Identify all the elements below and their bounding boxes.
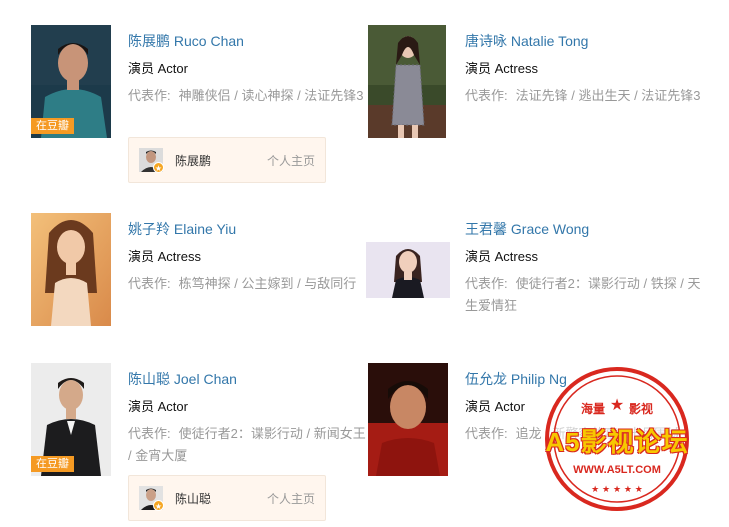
actor-photo[interactable]: 在豆瓣 <box>31 363 111 476</box>
actor-photo[interactable] <box>368 363 448 476</box>
actor-role: 演员 Actress <box>128 249 201 264</box>
works-list: 法证先锋 / 逃出生天 / 法证先锋3 <box>515 88 701 103</box>
works-list: 神雕侠侣 / 读心神探 / 法证先锋3 <box>178 88 364 103</box>
personal-page-button[interactable]: ★ 陈山聪 个人主页 <box>128 475 326 521</box>
actor-name-link[interactable]: 王君馨 Grace Wong <box>465 219 705 239</box>
actor-works: 代表作: 使徒行者2：谍影行动 / 新闻女王 / 金宵大厦 <box>128 423 368 467</box>
douban-badge: 在豆瓣 <box>31 456 74 472</box>
actor-info: 陈山聪 Joel Chan 演员 Actor 代表作: 使徒行者2：谍影行动 / … <box>128 363 368 467</box>
actor-photo[interactable] <box>368 25 446 138</box>
actor-works: 代表作: 法证先锋 / 逃出生天 / 法证先锋3 <box>465 85 705 107</box>
works-label: 代表作: <box>465 276 508 291</box>
actor-name-link[interactable]: 姚子羚 Elaine Yiu <box>128 219 368 239</box>
personal-page-button[interactable]: ★ 陈展鹏 个人主页 <box>128 137 326 183</box>
actor-info: 姚子羚 Elaine Yiu 演员 Actress 代表作: 栋笃神探 / 公主嫁… <box>128 213 368 295</box>
actor-works: 代表作: 使徒行者2：谍影行动 / 铁探 / 天生爱情狂 <box>465 273 705 317</box>
actor-works: 代表作: 追龙 / 新警察故事 / 十月围城 <box>465 423 705 445</box>
actor-photo[interactable] <box>366 242 450 298</box>
works-label: 代表作: <box>465 426 508 441</box>
actor-name-link[interactable]: 陈山聪 Joel Chan <box>128 369 368 389</box>
actor-role: 演员 Actor <box>128 399 188 414</box>
profile-name: 陈山聪 <box>175 492 212 506</box>
actor-info: 唐诗咏 Natalie Tong 演员 Actress 代表作: 法证先锋 / 逃… <box>465 25 705 107</box>
actor-role: 演员 Actress <box>465 61 538 76</box>
works-label: 代表作: <box>128 88 171 103</box>
actor-name-link[interactable]: 陈展鹏 Ruco Chan <box>128 31 368 51</box>
works-label: 代表作: <box>465 88 508 103</box>
profile-link[interactable]: 个人主页 <box>267 490 315 507</box>
works-list: 栋笃神探 / 公主嫁到 / 与敌同行 <box>178 276 357 291</box>
actor-card: 唐诗咏 Natalie Tong 演员 Actress 代表作: 法证先锋 / 逃… <box>368 25 708 185</box>
actor-photo[interactable]: 在豆瓣 <box>31 25 111 138</box>
actor-card: 在豆瓣 陈展鹏 Ruco Chan 演员 Actor 代表作: 神雕侠侣 / 读心… <box>31 25 371 185</box>
actor-card: 在豆瓣 陈山聪 Joel Chan 演员 Actor 代表作: 使徒行者2：谍影行… <box>31 363 371 523</box>
actor-role: 演员 Actor <box>128 61 188 76</box>
star-icon: ★ <box>153 162 164 173</box>
actor-card: 伍允龙 Philip Ng 演员 Actor 代表作: 追龙 / 新警察故事 / … <box>368 363 708 523</box>
actor-role: 演员 Actress <box>465 249 538 264</box>
actor-card: 王君馨 Grace Wong 演员 Actress 代表作: 使徒行者2：谍影行动… <box>366 213 706 373</box>
works-list: 追龙 / 新警察故事 / 十月围城 <box>515 426 681 441</box>
profile-name: 陈展鹏 <box>175 154 212 168</box>
douban-badge: 在豆瓣 <box>31 118 74 134</box>
actor-info: 陈展鹏 Ruco Chan 演员 Actor 代表作: 神雕侠侣 / 读心神探 /… <box>128 25 368 107</box>
profile-link[interactable]: 个人主页 <box>267 152 315 169</box>
actor-works: 代表作: 神雕侠侣 / 读心神探 / 法证先锋3 <box>128 85 368 107</box>
actor-info: 伍允龙 Philip Ng 演员 Actor 代表作: 追龙 / 新警察故事 / … <box>465 363 705 445</box>
actor-card: 姚子羚 Elaine Yiu 演员 Actress 代表作: 栋笃神探 / 公主嫁… <box>31 213 371 373</box>
actor-name-link[interactable]: 唐诗咏 Natalie Tong <box>465 31 705 51</box>
actor-photo[interactable] <box>31 213 111 326</box>
actor-role: 演员 Actor <box>465 399 525 414</box>
actor-name-link[interactable]: 伍允龙 Philip Ng <box>465 369 705 389</box>
works-label: 代表作: <box>128 276 171 291</box>
actor-works: 代表作: 栋笃神探 / 公主嫁到 / 与敌同行 <box>128 273 368 295</box>
star-icon: ★ <box>153 500 164 511</box>
actor-info: 王君馨 Grace Wong 演员 Actress 代表作: 使徒行者2：谍影行动… <box>465 213 705 317</box>
works-label: 代表作: <box>128 426 171 441</box>
